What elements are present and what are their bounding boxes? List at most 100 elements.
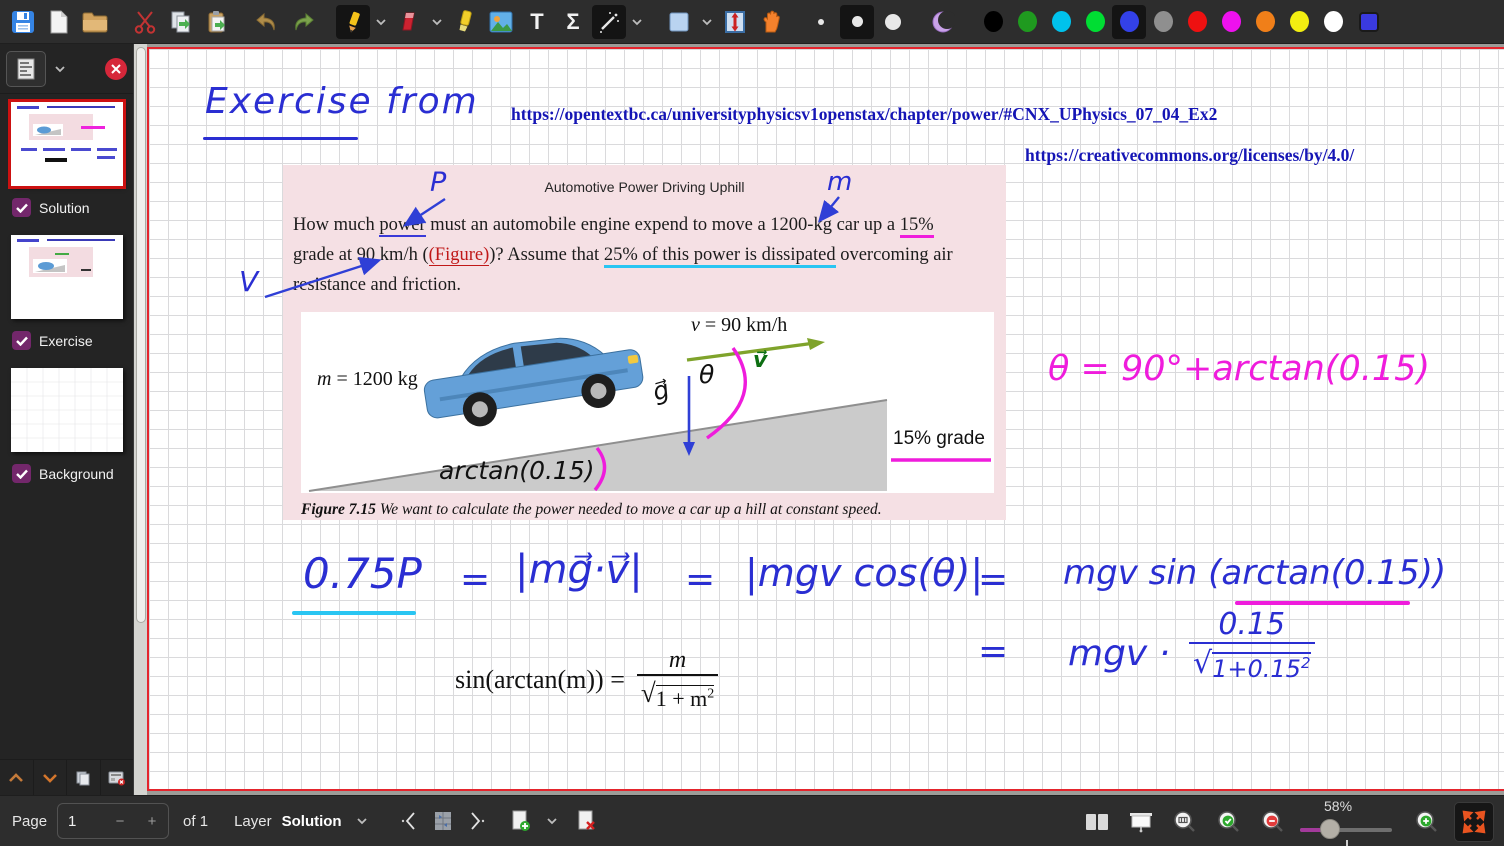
background-checkbox[interactable] xyxy=(12,464,31,483)
math-tex-button[interactable]: Σ xyxy=(556,5,590,39)
dual-page-view-button[interactable] xyxy=(1080,804,1114,840)
layer-thumbnail-solution[interactable] xyxy=(11,102,123,186)
prev-annotated-page-button[interactable] xyxy=(392,803,426,839)
fullscreen-button[interactable] xyxy=(1454,802,1494,842)
pen-color-bright-green-button[interactable] xyxy=(1078,5,1112,39)
zoom-fit-button[interactable] xyxy=(1212,804,1246,840)
move-layer-up-button[interactable] xyxy=(0,760,34,795)
add-page-button[interactable] xyxy=(504,803,538,839)
layer-dropdown-chevron-icon[interactable] xyxy=(356,817,368,825)
save-button[interactable] xyxy=(6,5,40,39)
layer-row-exercise[interactable]: Exercise xyxy=(0,323,133,360)
add-page-options-chevron-icon[interactable] xyxy=(546,817,558,825)
exercise-checkbox[interactable] xyxy=(12,331,31,350)
source-link[interactable]: https://opentextbc.ca/universityphysicsv… xyxy=(511,104,1217,125)
undo-button[interactable] xyxy=(250,5,284,39)
select-tool-button[interactable] xyxy=(592,5,626,39)
yellow-swatch-icon xyxy=(1290,11,1309,32)
open-button[interactable] xyxy=(78,5,112,39)
hand-tool-button[interactable] xyxy=(754,5,788,39)
pen-color-black-button[interactable] xyxy=(976,5,1010,39)
checkmark-icon xyxy=(16,469,28,479)
pen-color-green-button[interactable] xyxy=(1010,5,1044,39)
delete-layer-button[interactable] xyxy=(101,760,134,795)
shape-recognizer-button[interactable] xyxy=(926,5,960,39)
stroke-medium-button[interactable] xyxy=(840,5,874,39)
layer-row-solution[interactable]: Solution xyxy=(0,190,133,227)
shape-options-chevron[interactable] xyxy=(698,5,716,39)
zoom-out-button[interactable] xyxy=(1256,804,1290,840)
pen-color-cyan-button[interactable] xyxy=(1044,5,1078,39)
current-layer-value[interactable]: Solution xyxy=(282,813,342,830)
speed-value: = 90 km/h xyxy=(700,314,787,336)
new-document-button[interactable] xyxy=(42,5,76,39)
color-picker-button[interactable] xyxy=(1352,5,1386,39)
presentation-mode-button[interactable] xyxy=(1124,804,1158,840)
cut-scissors-icon xyxy=(134,10,156,34)
sqrt-icon: √ xyxy=(641,678,656,709)
zoom-in-icon xyxy=(1415,810,1439,834)
sqrt-exponent: 2 xyxy=(707,687,714,702)
layer-thumbnail-exercise[interactable] xyxy=(11,235,123,319)
figure-hyperlink[interactable]: (Figure) xyxy=(429,245,490,266)
pen-color-red-button[interactable] xyxy=(1180,5,1214,39)
preview-pane-tab[interactable] xyxy=(6,51,46,87)
eraser-tool-button[interactable] xyxy=(392,5,426,39)
pen-color-white-button[interactable] xyxy=(1316,5,1350,39)
image-icon xyxy=(489,11,513,33)
pen-color-magenta-button[interactable] xyxy=(1214,5,1248,39)
vertical-space-tool-button[interactable] xyxy=(718,5,752,39)
delete-page-button[interactable] xyxy=(570,803,604,839)
pen-color-gray-button[interactable] xyxy=(1146,5,1180,39)
select-options-chevron[interactable] xyxy=(628,5,646,39)
mass-label: m = 1200 kg xyxy=(317,368,418,391)
sidebar-chevron-down-icon[interactable] xyxy=(54,65,66,73)
solution-checkbox[interactable] xyxy=(12,198,31,217)
sidebar-close-button[interactable] xyxy=(105,58,127,80)
presentation-icon xyxy=(1129,811,1153,833)
document-page[interactable]: Exercise from https://opentextbc.ca/univ… xyxy=(147,47,1504,791)
green-swatch-icon xyxy=(1018,11,1037,32)
stroke-thick-button[interactable] xyxy=(876,5,910,39)
next-annotated-page-button[interactable] xyxy=(460,803,494,839)
layer-row-background[interactable]: Background xyxy=(0,456,133,493)
copy-button[interactable] xyxy=(164,5,198,39)
redo-button[interactable] xyxy=(286,5,320,39)
page-increment-button[interactable]: + xyxy=(136,804,168,838)
insert-image-button[interactable] xyxy=(484,5,518,39)
problem-text: )? Assume that xyxy=(489,245,604,265)
stroke-fine-button[interactable] xyxy=(804,5,838,39)
duplicate-layer-button[interactable] xyxy=(67,760,101,795)
crescent-icon xyxy=(931,10,955,34)
zoom-slider-thumb[interactable] xyxy=(1320,819,1340,839)
page-decrement-button[interactable]: − xyxy=(104,804,136,838)
zoom-100-button[interactable] xyxy=(1168,804,1202,840)
pen-color-yellow-button[interactable] xyxy=(1282,5,1316,39)
highlighter-tool-button[interactable] xyxy=(448,5,482,39)
pen-tool-button[interactable] xyxy=(336,5,370,39)
zoom-controls: 58% xyxy=(1080,796,1494,846)
zoom-in-button[interactable] xyxy=(1410,804,1444,840)
zoom-slider[interactable]: 58% xyxy=(1300,796,1400,846)
page-template-button[interactable] xyxy=(426,803,460,839)
dot-product-term: |mg⃗·v⃗| xyxy=(515,547,643,593)
canvas-vertical-scrollbar[interactable] xyxy=(133,44,147,795)
canvas-area[interactable]: Exercise from https://opentextbc.ca/univ… xyxy=(147,44,1504,795)
hill-diagram xyxy=(301,312,994,493)
move-layer-down-button[interactable] xyxy=(34,760,68,795)
cut-button[interactable] xyxy=(128,5,162,39)
figure-caption: Figure 7.15 We want to calculate the pow… xyxy=(301,501,882,519)
text-tool-button[interactable]: T xyxy=(520,5,554,39)
problem-text: overcoming air xyxy=(836,245,953,265)
license-link[interactable]: https://creativecommons.org/licenses/by/… xyxy=(1025,145,1354,166)
pen-options-chevron[interactable] xyxy=(372,5,390,39)
paste-button[interactable] xyxy=(200,5,234,39)
layer-thumbnail-background[interactable] xyxy=(11,368,123,452)
rectangle-select-button[interactable] xyxy=(662,5,696,39)
pen-color-orange-button[interactable] xyxy=(1248,5,1282,39)
eraser-options-chevron[interactable] xyxy=(428,5,446,39)
scrollbar-thumb[interactable] xyxy=(136,47,146,623)
pen-color-blue-button[interactable] xyxy=(1112,5,1146,39)
paste-icon xyxy=(205,10,229,34)
page-number-input[interactable] xyxy=(58,804,104,838)
